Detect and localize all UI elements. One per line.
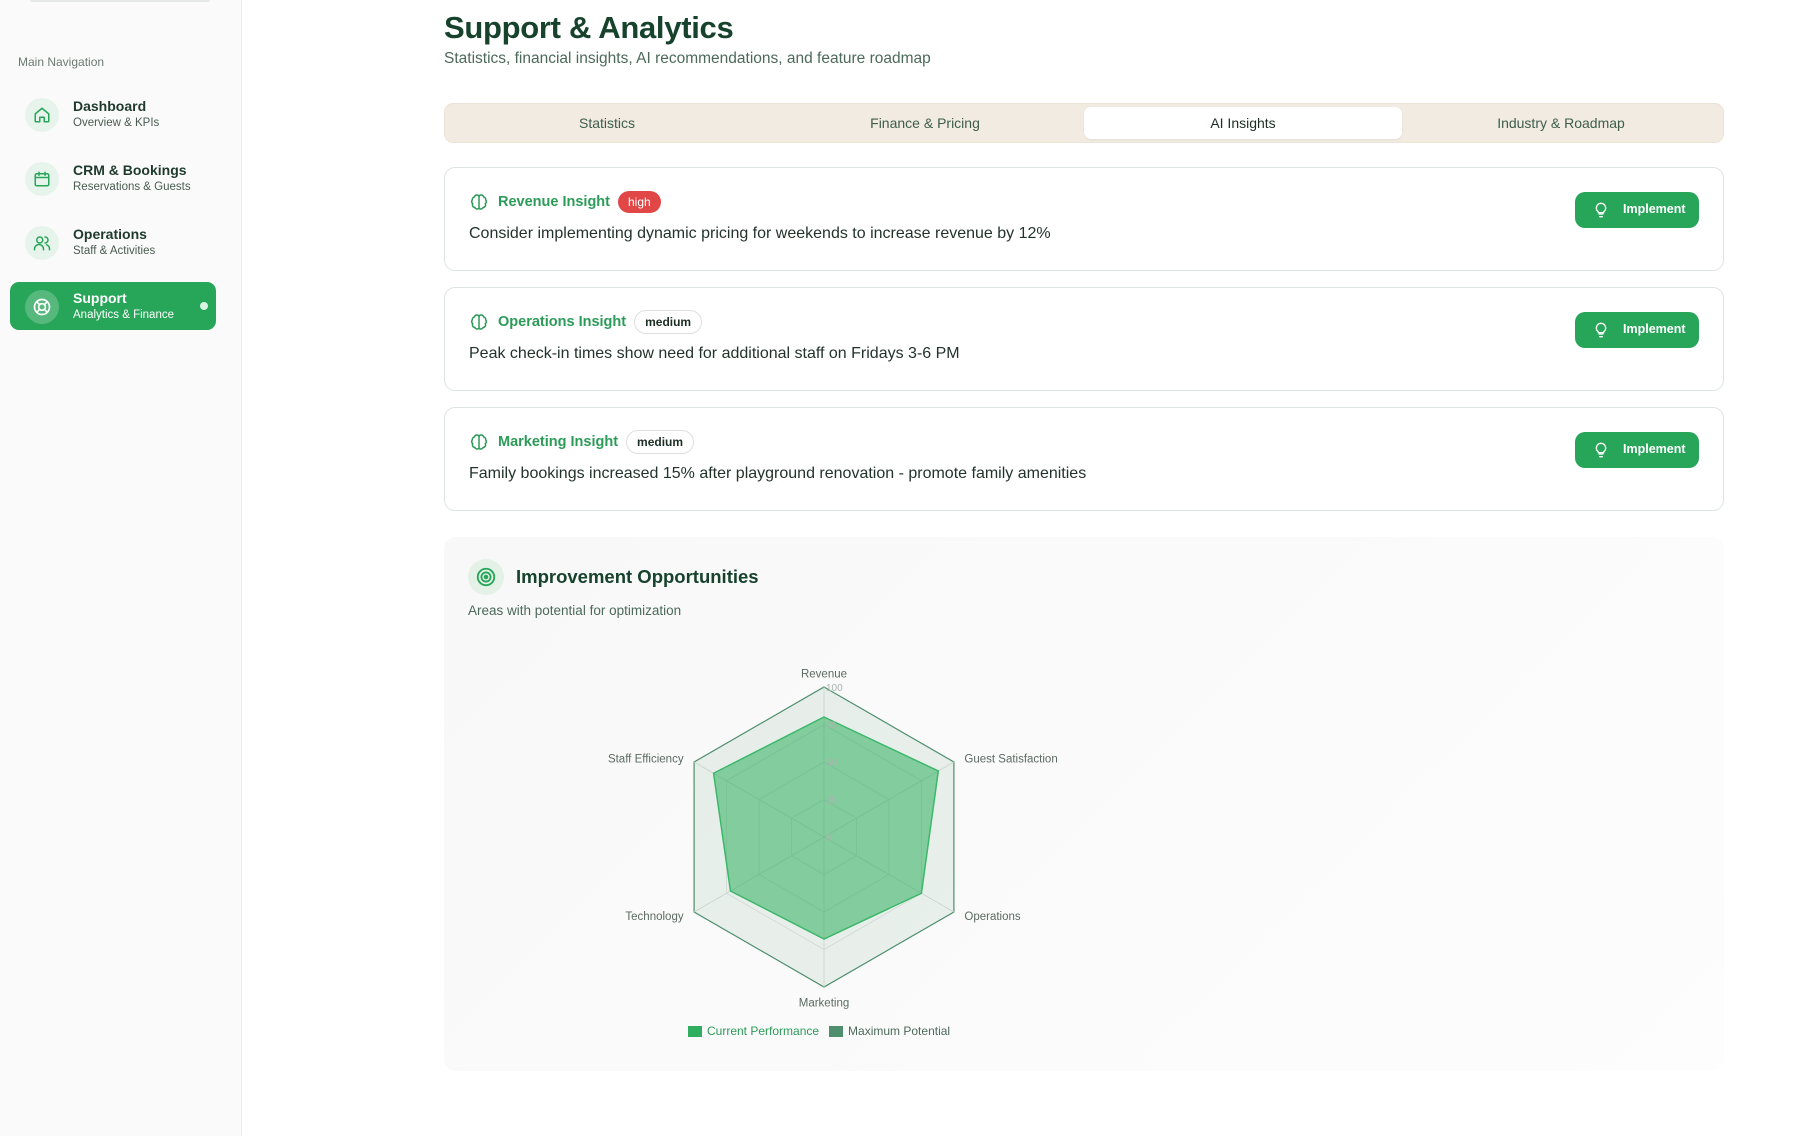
legend-label: Current Performance xyxy=(707,1024,820,1038)
lightbulb-icon xyxy=(1595,202,1607,218)
radial-tick-label: 100 xyxy=(826,683,843,694)
implement-button[interactable]: Implement xyxy=(1575,192,1699,228)
priority-badge: medium xyxy=(634,310,703,334)
axis-label: Marketing xyxy=(799,998,850,1010)
sidebar-item-title: Operations xyxy=(73,226,147,242)
brain-icon xyxy=(470,314,488,330)
implement-button[interactable]: Implement xyxy=(1575,432,1699,468)
insight-title: Revenue Insight xyxy=(498,194,610,210)
insight-card-marketing: Marketing Insight medium Family bookings… xyxy=(444,407,1724,511)
axis-label: Revenue xyxy=(801,669,847,681)
brain-icon xyxy=(470,434,488,450)
sidebar-item-title: CRM & Bookings xyxy=(73,162,187,178)
improvement-section: Improvement Opportunities Areas with pot… xyxy=(444,537,1724,1071)
insight-title: Marketing Insight xyxy=(498,434,619,450)
radial-tick-label: 50 xyxy=(826,758,838,769)
axis-label: Operations xyxy=(964,911,1021,923)
insight-text: Consider implementing dynamic pricing fo… xyxy=(469,225,1051,242)
legend-item-maximum[interactable]: Maximum Potential xyxy=(829,1024,950,1038)
sidebar-item-crm-bookings[interactable]: CRM & Bookings Reservations & Guests xyxy=(10,154,216,202)
home-icon xyxy=(25,98,59,132)
sidebar-item-title: Dashboard xyxy=(73,98,147,114)
chart-legend: Current Performance Maximum Potential xyxy=(688,1024,960,1038)
sidebar-item-support[interactable]: Support Analytics & Finance xyxy=(10,282,216,330)
implement-button-label: Implement xyxy=(1623,322,1686,336)
lightbulb-icon xyxy=(1595,322,1607,338)
sidebar-item-subtitle: Analytics & Finance xyxy=(73,309,174,321)
insight-card-operations: Operations Insight medium Peak check-in … xyxy=(444,287,1724,391)
nav-heading: Main Navigation xyxy=(18,55,105,69)
radial-tick-label: 75 xyxy=(826,721,838,732)
lightbulb-icon xyxy=(1595,442,1607,458)
radar-chart: Revenue Guest Satisfaction Operations Marke… xyxy=(608,669,1058,1010)
insight-text: Family bookings increased 15% after play… xyxy=(469,465,1087,482)
legend-item-current[interactable]: Current Performance xyxy=(688,1024,819,1038)
implement-button-label: Implement xyxy=(1623,202,1686,216)
axis-label: Technology xyxy=(625,911,683,923)
tab-bar: Statistics Finance & Pricing AI Insights… xyxy=(444,103,1724,143)
sidebar-divider xyxy=(30,0,210,2)
implement-button[interactable]: Implement xyxy=(1575,312,1699,348)
sidebar-item-operations[interactable]: Operations Staff & Activities xyxy=(10,218,216,266)
sidebar-item-subtitle: Reservations & Guests xyxy=(73,181,191,193)
legend-swatch xyxy=(688,1025,702,1037)
sidebar: Main Navigation Dashboard Overview & KPI… xyxy=(0,0,242,1136)
tab-statistics[interactable]: Statistics xyxy=(448,107,766,139)
tab-finance-pricing[interactable]: Finance & Pricing xyxy=(766,107,1084,139)
brain-icon xyxy=(470,194,488,210)
priority-badge: medium xyxy=(626,430,695,454)
active-indicator xyxy=(200,302,208,310)
insight-card-revenue: Revenue Insight high Consider implementi… xyxy=(444,167,1724,271)
axis-label: Staff Efficiency xyxy=(608,753,684,765)
insight-title: Operations Insight xyxy=(498,314,627,330)
legend-label: Maximum Potential xyxy=(848,1024,951,1038)
tab-ai-insights[interactable]: AI Insights xyxy=(1084,107,1402,139)
legend-swatch xyxy=(829,1025,844,1037)
page-subtitle: Statistics, financial insights, AI recom… xyxy=(444,50,931,67)
implement-button-label: Implement xyxy=(1623,442,1686,456)
priority-badge: high xyxy=(618,191,661,213)
tab-industry-roadmap[interactable]: Industry & Roadmap xyxy=(1402,107,1720,139)
sidebar-item-subtitle: Staff & Activities xyxy=(73,245,156,257)
users-icon xyxy=(25,226,59,260)
sidebar-item-title: Support xyxy=(73,290,127,306)
lifebuoy-icon xyxy=(25,290,59,324)
page-title: Support & Analytics xyxy=(444,10,734,45)
radial-tick-label: 0 xyxy=(826,833,832,844)
radial-tick-label: 25 xyxy=(826,796,838,807)
sidebar-item-subtitle: Overview & KPIs xyxy=(73,117,160,129)
axis-label: Guest Satisfaction xyxy=(964,753,1057,765)
calendar-icon xyxy=(25,162,59,196)
sidebar-item-dashboard[interactable]: Dashboard Overview & KPIs xyxy=(10,90,216,138)
insight-text: Peak check-in times show need for additi… xyxy=(469,345,960,362)
